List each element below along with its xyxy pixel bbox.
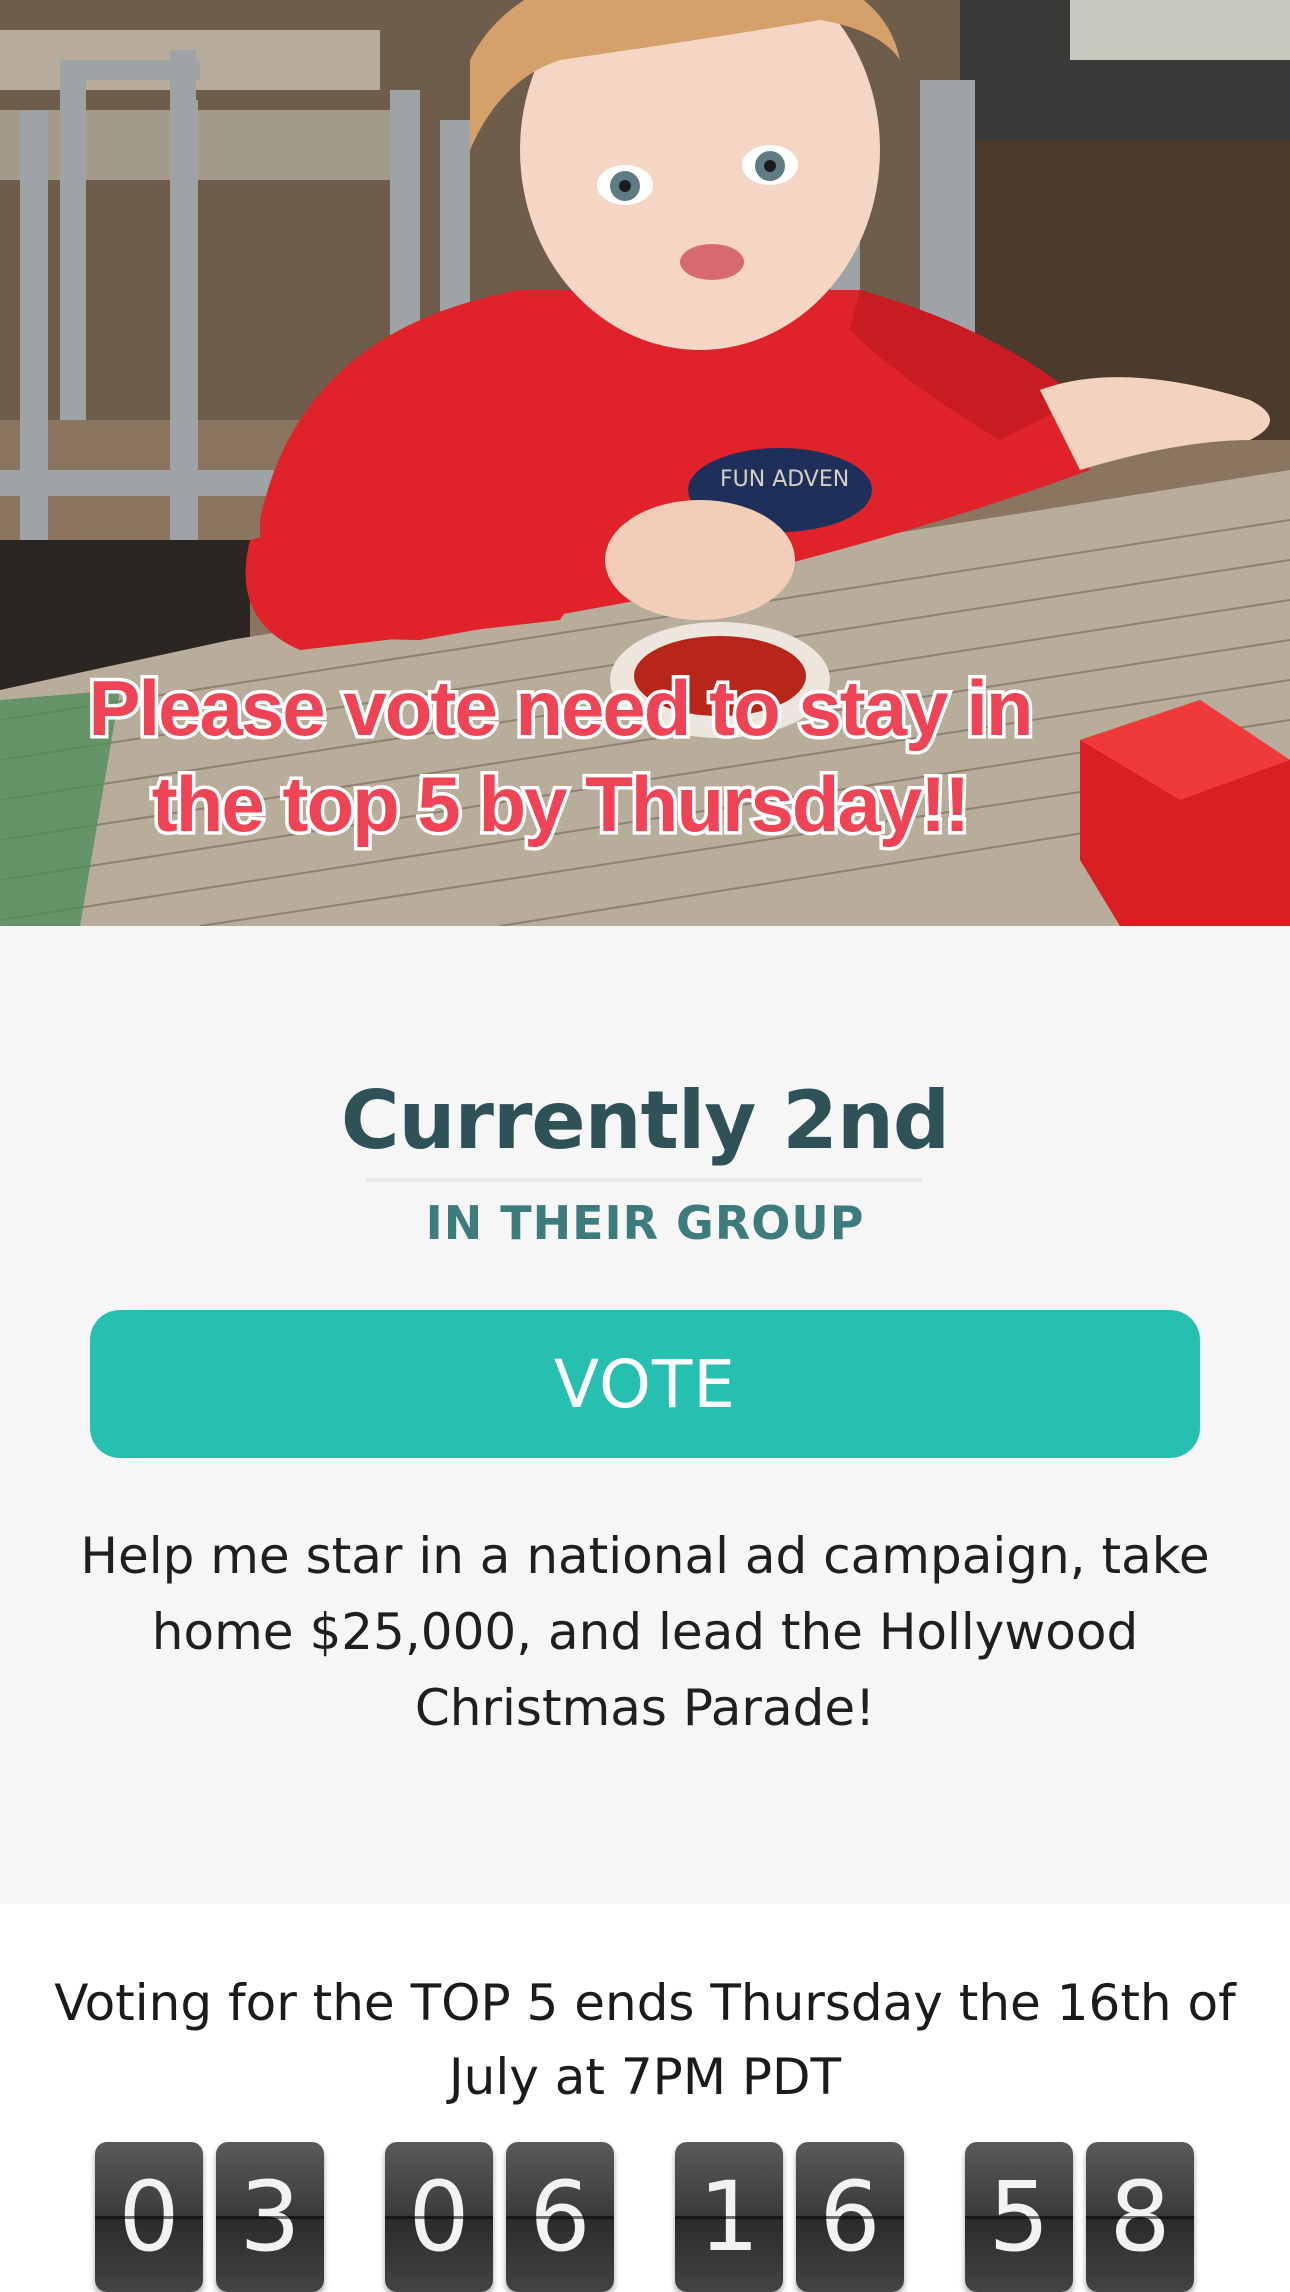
voting-deadline: Voting for the TOP 5 ends Thursday the 1… — [54, 1974, 1236, 2106]
countdown-digit-minutes-tens: 1 — [675, 2142, 783, 2292]
countdown-digit-seconds-tens: 5 — [965, 2142, 1073, 2292]
countdown-digit-hours-ones: 6 — [506, 2142, 614, 2292]
rank-title: Currently 2nd — [340, 1074, 950, 1167]
rank-divider — [366, 1178, 922, 1182]
rank-subtitle: IN THEIR GROUP — [425, 1196, 865, 1250]
hero-photo: FUN ADVEN Please vote need to stay in th… — [0, 0, 1290, 926]
vote-button[interactable]: VOTE — [90, 1310, 1200, 1458]
hero-caption: Please vote need to stay in the top 5 by… — [0, 660, 1120, 852]
countdown-digit-minutes-ones: 6 — [796, 2142, 904, 2292]
countdown-digit-seconds-ones: 8 — [1086, 2142, 1194, 2292]
countdown-digit-hours-tens: 0 — [385, 2142, 493, 2292]
hero-caption-line: Please vote need to stay in — [85, 661, 1037, 756]
countdown-section: Voting for the TOP 5 ends Thursday the 1… — [0, 1904, 1290, 2292]
countdown-digit-days-tens: 0 — [95, 2142, 203, 2292]
campaign-description: Help me star in a national ad campaign, … — [80, 1527, 1210, 1737]
rank-section: Currently 2nd IN THEIR GROUP VOTE Help m… — [0, 926, 1290, 1904]
shirt-logo-text: FUN ADVEN — [720, 467, 849, 492]
hero-caption-line: the top 5 by Thursday!! — [148, 757, 973, 852]
countdown-timer: 0 3 0 6 1 6 5 8 — [0, 2142, 1290, 2292]
countdown-digit-days-ones: 3 — [216, 2142, 324, 2292]
